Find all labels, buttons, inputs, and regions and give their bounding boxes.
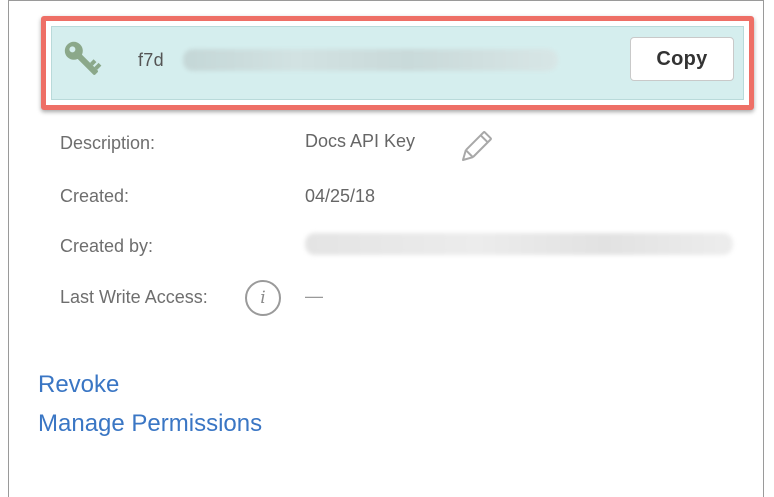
- created-by-redacted: [305, 233, 733, 255]
- description-value: Docs API Key: [305, 131, 416, 151]
- key-icon: [64, 41, 102, 75]
- description-label: Description:: [60, 133, 156, 153]
- api-key-highlight: f7d Copy: [41, 16, 754, 110]
- info-icon-glyph: i: [260, 288, 266, 308]
- api-key-redacted: [183, 49, 558, 71]
- copy-button[interactable]: Copy: [630, 37, 734, 81]
- created-value: 04/25/18: [305, 186, 376, 206]
- created-label: Created:: [60, 186, 130, 206]
- last-write-label: Last Write Access:: [60, 287, 208, 307]
- last-write-value: —: [305, 286, 323, 306]
- revoke-link[interactable]: Revoke: [38, 371, 119, 399]
- pencil-icon[interactable]: [455, 128, 495, 168]
- created-by-label: Created by:: [60, 236, 154, 256]
- api-key-value[interactable]: f7d: [138, 50, 164, 71]
- info-icon[interactable]: i: [245, 280, 281, 316]
- api-key-box: f7d Copy: [51, 26, 744, 100]
- manage-permissions-link[interactable]: Manage Permissions: [38, 410, 262, 438]
